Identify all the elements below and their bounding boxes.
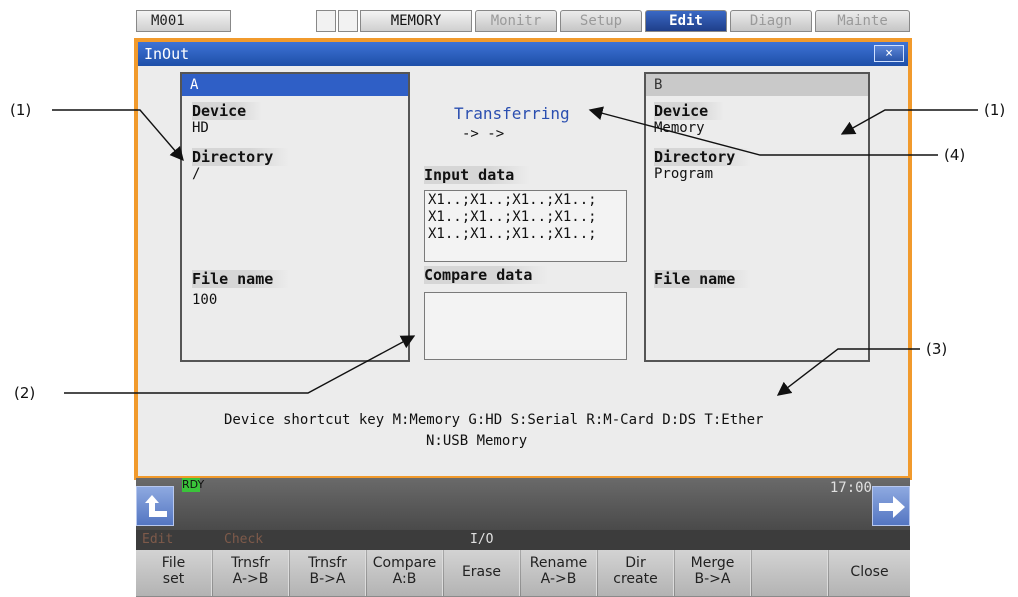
callout-label-3: (3) — [926, 340, 948, 358]
callout-lines — [52, 106, 978, 396]
callout-line-1a — [52, 109, 184, 162]
callout-label-1-left: (1) — [10, 101, 32, 119]
callout-label-2: (2) — [14, 384, 36, 402]
callout-label-1-right: (1) — [984, 101, 1006, 119]
callout-line-4 — [588, 106, 938, 156]
callout-line-3 — [776, 348, 920, 396]
callout-line-1b — [840, 109, 978, 135]
callout-label-4: (4) — [944, 146, 966, 164]
callout-line-2 — [64, 335, 416, 394]
